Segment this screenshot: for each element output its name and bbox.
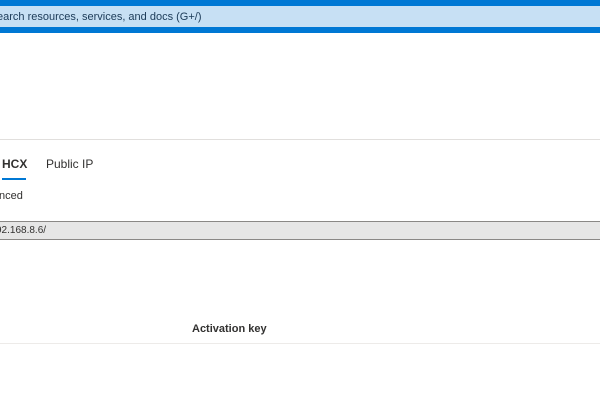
tab-bar: HCX Public IP xyxy=(0,150,600,180)
tab-hcx[interactable]: HCX xyxy=(0,150,28,180)
search-placeholder: earch resources, services, and docs (G+/… xyxy=(0,10,202,23)
url-field[interactable]: 92.168.8.6/ xyxy=(0,221,600,240)
section-subtext: nced xyxy=(0,190,23,202)
portal-top-bar: earch resources, services, and docs (G+/… xyxy=(0,0,600,33)
tab-public-ip[interactable]: Public IP xyxy=(46,150,93,178)
column-header-activation-key: Activation key xyxy=(192,323,267,335)
table-header-divider xyxy=(0,343,600,344)
global-search-box[interactable]: earch resources, services, and docs (G+/… xyxy=(0,6,600,27)
url-value: 92.168.8.6/ xyxy=(0,225,47,236)
header-divider xyxy=(0,139,600,140)
